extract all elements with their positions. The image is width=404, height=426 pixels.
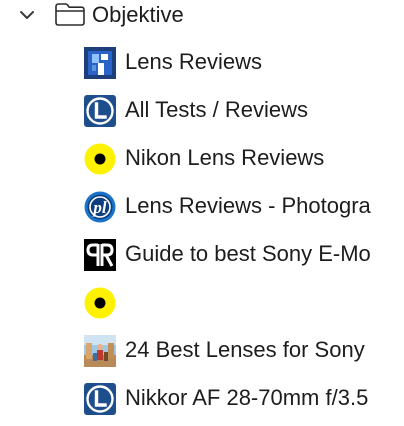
bookmark-list: Lens Reviews All Tests / Reviews Nikon L… bbox=[0, 0, 404, 426]
svg-text:pl: pl bbox=[91, 198, 107, 217]
photography-life-icon: pl bbox=[84, 191, 116, 223]
bookmark-all-tests-reviews[interactable]: All Tests / Reviews bbox=[84, 92, 404, 128]
bookmark-label: Lens Reviews bbox=[125, 49, 262, 74]
bookmark-nikkor-af-28-70[interactable]: Nikkor AF 28-70mm f/3.5 bbox=[84, 380, 404, 416]
yellow-dot-favicon-icon bbox=[84, 287, 116, 319]
bookmark-24-best-lenses-sony[interactable]: 24 Best Lenses for Sony bbox=[84, 332, 404, 368]
bookmark-guide-best-sony[interactable]: Guide to best Sony E-Mo bbox=[84, 236, 404, 272]
lenstip-l-icon bbox=[84, 383, 116, 415]
yellow-dot-favicon-icon bbox=[84, 143, 116, 175]
bookmark-label: Guide to best Sony E-Mo bbox=[125, 241, 371, 266]
blue-lens-logo-icon bbox=[84, 47, 116, 79]
pr-logo-icon bbox=[84, 239, 116, 271]
bookmark-label: Nikkor AF 28-70mm f/3.5 bbox=[125, 385, 369, 410]
lenstip-l-icon bbox=[84, 95, 116, 127]
bookmark-label: 24 Best Lenses for Sony bbox=[125, 337, 365, 362]
photo-thumbnail-icon bbox=[84, 335, 116, 367]
bookmark-label: Lens Reviews - Photogra bbox=[125, 193, 371, 218]
bookmark-lens-reviews[interactable]: Lens Reviews bbox=[84, 44, 404, 80]
bookmark-lens-reviews-photography[interactable]: pl Lens Reviews - Photogra bbox=[84, 188, 404, 224]
bookmark-nikon-lens-reviews[interactable]: Nikon Lens Reviews bbox=[84, 140, 404, 176]
bookmark-untitled[interactable] bbox=[84, 284, 404, 320]
bookmark-label: All Tests / Reviews bbox=[125, 97, 308, 122]
bookmark-label: Nikon Lens Reviews bbox=[125, 145, 325, 170]
